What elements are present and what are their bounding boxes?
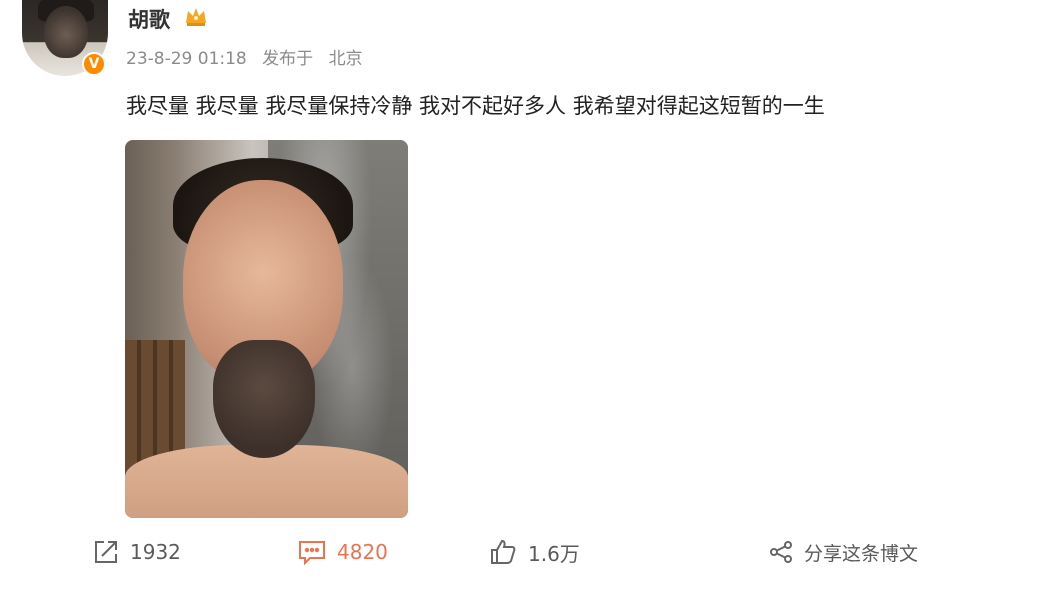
comment-count: 4820 [337,540,388,564]
comment-button[interactable]: 4820 [297,535,388,569]
crown-icon [186,8,206,26]
like-count: 1.6万 [528,541,580,566]
comment-icon [299,541,325,566]
share-icon [770,541,792,563]
like-icon [491,539,516,564]
verified-badge-icon: V [82,52,106,76]
location-prefix: 发布于 [262,49,314,69]
post-text: 我尽量 我尽量 我尽量保持冷静 我对不起好多人 我希望对得起这短暂的一生 [126,94,825,118]
share-button[interactable]: 分享这条博文 [768,535,918,569]
post-meta: 23-8-29 01:18 发布于 北京 [126,44,363,69]
post-photo[interactable] [125,140,408,518]
share-label: 分享这条博文 [804,542,919,565]
post-location: 北京 [328,49,363,69]
post-time[interactable]: 23-8-29 01:18 [126,49,247,69]
repost-count: 1932 [130,540,181,564]
like-button[interactable]: 1.6万 [488,535,580,569]
photo-beard [213,340,315,458]
repost-button[interactable]: 1932 [92,535,181,569]
repost-icon [95,541,117,563]
avatar-face [44,6,88,58]
username[interactable]: 胡歌 [128,4,170,34]
